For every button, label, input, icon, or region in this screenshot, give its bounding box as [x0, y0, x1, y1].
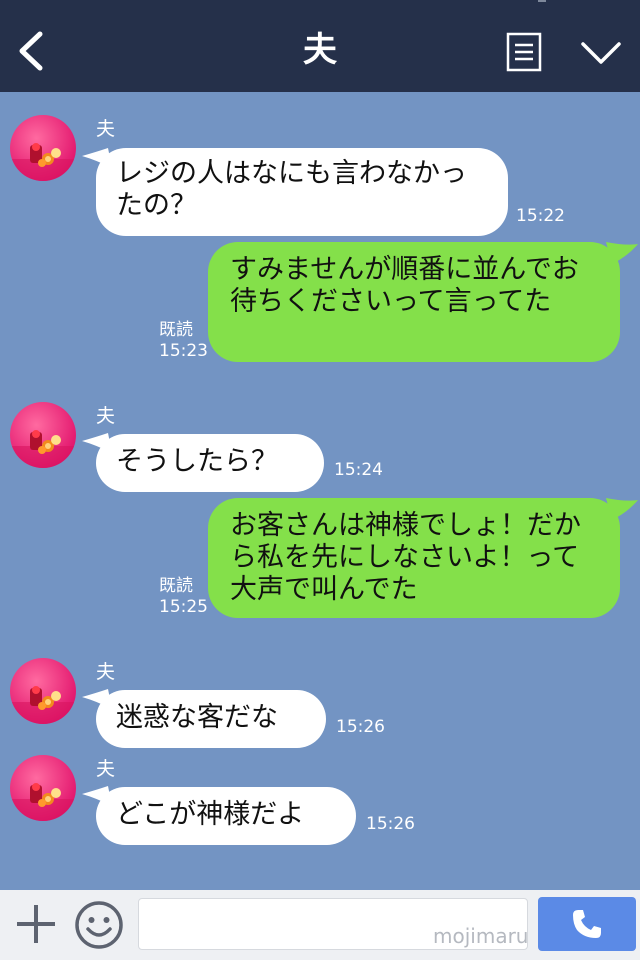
message-bubble-outgoing[interactable]: すみませんが順番に並んでお待ちくださいって言ってた: [208, 242, 620, 362]
message-time: 15:22: [516, 206, 565, 226]
chat-title: 夫: [303, 30, 337, 70]
document-menu-icon[interactable]: [506, 32, 542, 72]
chat-area[interactable]: 夫 レジの人はなにも言わなかったの？ 15:22 すみませんが順番に並んでお待ち…: [0, 92, 640, 890]
sender-name: 夫: [96, 661, 116, 683]
message-bubble-incoming[interactable]: そうしたら？: [96, 434, 324, 492]
bubble-tail: [606, 242, 638, 264]
phone-icon: [573, 910, 601, 938]
message-bubble-incoming[interactable]: どこが神様だよ: [96, 787, 356, 845]
message-bubble-incoming[interactable]: 迷惑な客だな: [96, 690, 326, 748]
chevron-down-icon[interactable]: [580, 40, 622, 66]
avatar[interactable]: [10, 755, 76, 821]
message-time: 15:23: [159, 341, 208, 361]
sender-name: 夫: [96, 118, 116, 140]
avatar[interactable]: [10, 402, 76, 468]
message-bubble-incoming[interactable]: レジの人はなにも言わなかったの？: [96, 148, 508, 236]
message-time: 15:24: [334, 460, 383, 480]
chat-header: 夫: [0, 0, 640, 92]
message-bubble-outgoing[interactable]: お客さんは神様でしょ！だから私を先にしなさいよ！って大声で叫んでた: [208, 498, 620, 618]
message-time: 15:26: [366, 814, 415, 834]
sender-name: 夫: [96, 405, 116, 427]
watermark-text: mojimaru: [433, 924, 529, 948]
avatar[interactable]: [10, 115, 76, 181]
read-status: 既読: [159, 320, 193, 340]
smile-icon[interactable]: [74, 900, 124, 950]
call-button[interactable]: [538, 897, 636, 951]
message-time: 15:25: [159, 597, 208, 617]
read-status: 既読: [159, 576, 193, 596]
status-bar-mark: [538, 0, 546, 2]
plus-icon[interactable]: [14, 902, 58, 946]
bubble-tail: [606, 498, 638, 520]
sender-name: 夫: [96, 758, 116, 780]
avatar[interactable]: [10, 658, 76, 724]
message-time: 15:26: [336, 717, 385, 737]
